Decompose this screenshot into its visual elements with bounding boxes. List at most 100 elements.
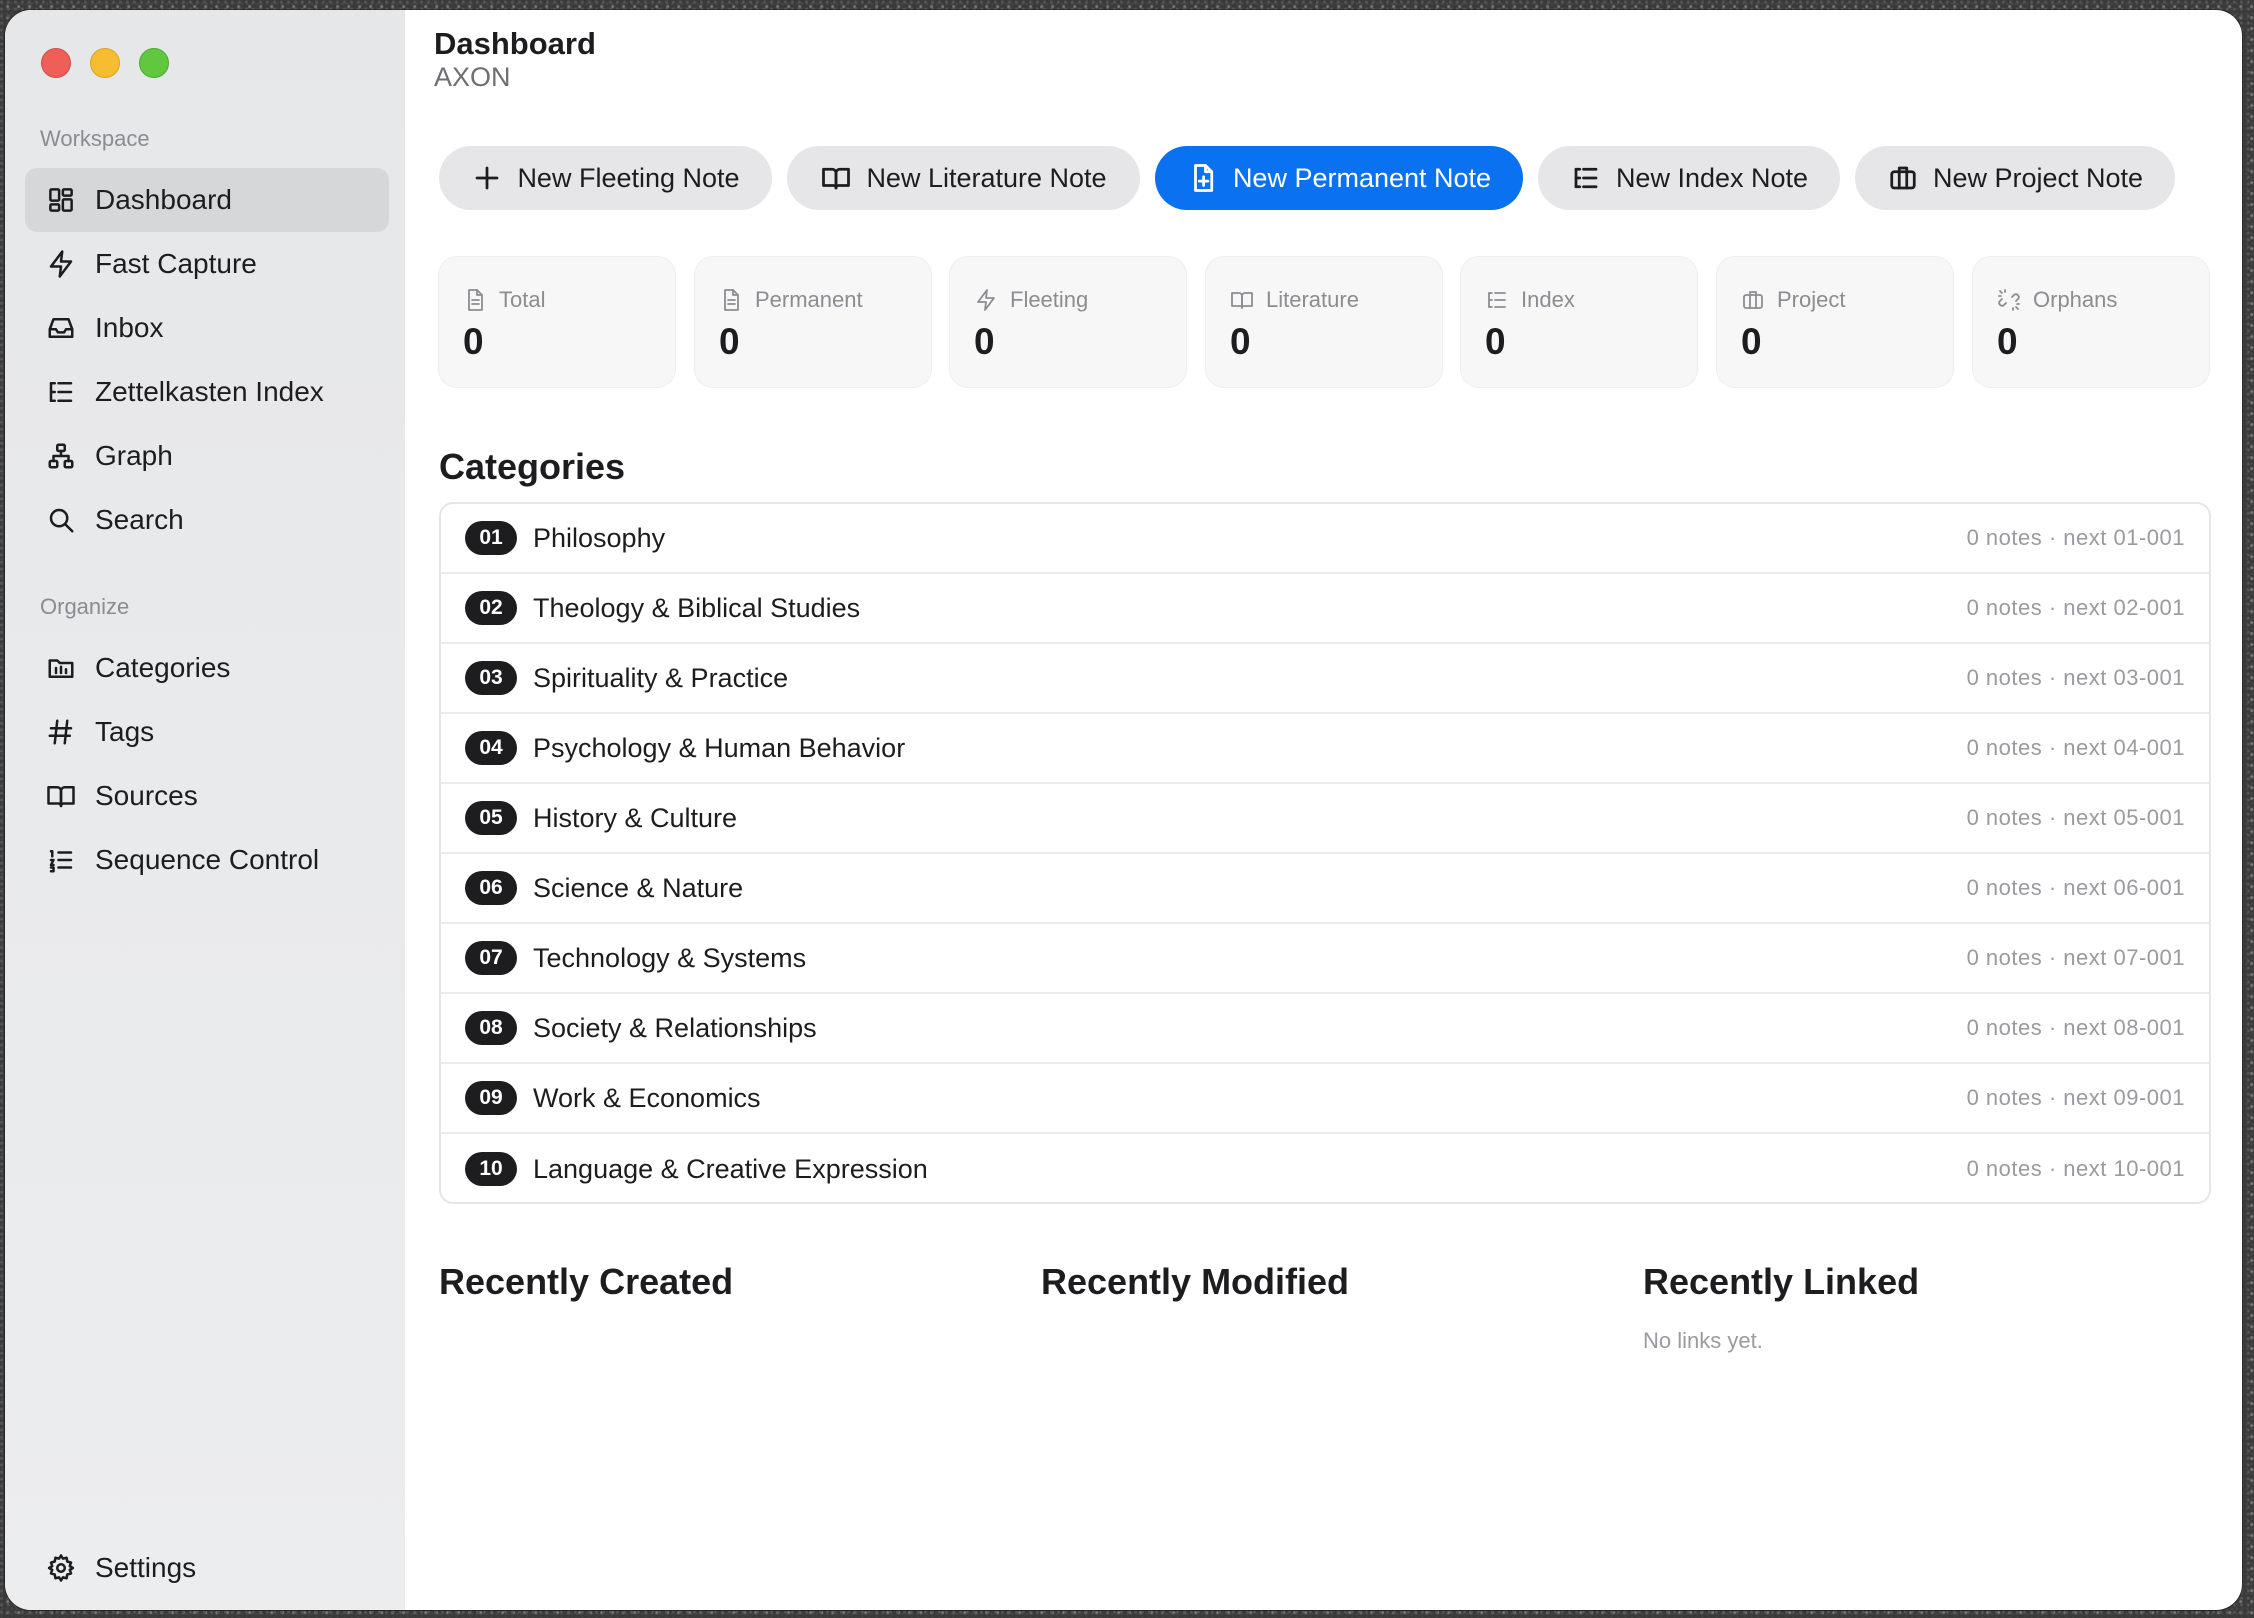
stat-label: Orphans bbox=[2033, 287, 2118, 312]
category-meta: 0 notes · next 08-001 bbox=[1966, 1015, 2185, 1040]
sidebar-section-workspace: Workspace bbox=[40, 126, 150, 151]
stat-value: 0 bbox=[974, 321, 995, 362]
sidebar-item-sequence-control[interactable]: Sequence Control bbox=[25, 828, 389, 892]
sidebar-section-organize: Organize bbox=[40, 594, 130, 619]
category-number-badge: 04 bbox=[465, 731, 517, 765]
category-meta: 0 notes · next 06-001 bbox=[1966, 875, 2185, 900]
category-row[interactable]: 04 Psychology & Human Behavior 0 notes · n… bbox=[441, 714, 2209, 784]
sidebar-item-inbox[interactable]: Inbox bbox=[25, 296, 389, 360]
category-meta: 0 notes · next 10-001 bbox=[1966, 1156, 2185, 1181]
category-row[interactable]: 02 Theology & Biblical Studies 0 notes · n… bbox=[441, 574, 2209, 644]
category-number-badge: 02 bbox=[465, 591, 517, 625]
lightning-icon bbox=[45, 248, 77, 280]
category-meta: 0 notes · next 05-001 bbox=[1966, 805, 2185, 830]
category-name: Theology & Biblical Studies bbox=[533, 592, 861, 623]
category-name: Philosophy bbox=[533, 522, 666, 553]
briefcase-icon bbox=[1743, 291, 1763, 309]
button-label: New Fleeting Note bbox=[517, 162, 740, 193]
recently-created-heading: Recently Created bbox=[439, 1261, 734, 1302]
sidebar-item-label: Zettelkasten Index bbox=[95, 376, 324, 407]
category-row[interactable]: 05 History & Culture 0 notes · next 05-001 bbox=[441, 784, 2209, 854]
book-open-icon bbox=[1231, 292, 1253, 309]
sidebar-item-fast-capture[interactable]: Fast Capture bbox=[25, 232, 389, 296]
numbered-list-icon bbox=[45, 844, 77, 876]
category-row[interactable]: 01 Philosophy 0 notes · next 01-001 bbox=[441, 504, 2209, 574]
category-row[interactable]: 06 Science & Nature 0 notes · next 06-001 bbox=[441, 854, 2209, 924]
zoom-window-button[interactable] bbox=[139, 48, 169, 78]
category-name: Psychology & Human Behavior bbox=[533, 732, 906, 763]
category-number-badge: 03 bbox=[465, 661, 517, 695]
book-open-icon bbox=[45, 780, 77, 812]
sidebar-item-label: Sequence Control bbox=[95, 844, 320, 875]
new-index-note-button[interactable]: New Index Note bbox=[1538, 146, 1840, 210]
document-icon bbox=[724, 289, 739, 311]
book-open-icon bbox=[820, 162, 852, 194]
gear-icon bbox=[45, 1552, 77, 1584]
new-fleeting-note-button[interactable]: New Fleeting Note bbox=[439, 146, 772, 210]
stat-value: 0 bbox=[1485, 321, 1506, 362]
stat-label: Literature bbox=[1266, 287, 1359, 312]
category-number-badge: 06 bbox=[465, 871, 517, 905]
category-row[interactable]: 03 Spirituality & Practice 0 notes · next … bbox=[441, 644, 2209, 714]
category-name: Spirituality & Practice bbox=[533, 662, 789, 693]
index-list-icon bbox=[45, 376, 77, 408]
index-list-icon bbox=[1570, 162, 1602, 194]
category-meta: 0 notes · next 03-001 bbox=[1966, 665, 2185, 690]
sidebar-item-label: Tags bbox=[95, 716, 155, 747]
sidebar-item-zettelkasten-index[interactable]: Zettelkasten Index bbox=[25, 360, 389, 424]
category-row[interactable]: 10 Language & Creative Expression 0 notes … bbox=[441, 1134, 2209, 1202]
sidebar-item-label: Graph bbox=[95, 440, 173, 471]
stat-card-index: Index 0 bbox=[1461, 257, 1697, 387]
category-row[interactable]: 08 Society & Relationships 0 notes · next … bbox=[441, 994, 2209, 1064]
stat-label: Total bbox=[499, 287, 546, 312]
sidebar-item-search[interactable]: Search bbox=[25, 488, 389, 552]
stat-card-fleeting: Fleeting 0 bbox=[950, 257, 1186, 387]
category-name: Work & Economics bbox=[533, 1082, 761, 1113]
button-label: New Project Note bbox=[1932, 162, 2144, 193]
dashboard-grid-icon bbox=[45, 184, 77, 216]
button-label: New Permanent Note bbox=[1232, 162, 1492, 193]
recently-linked-heading: Recently Linked bbox=[1643, 1261, 1920, 1302]
category-number-badge: 05 bbox=[465, 801, 517, 835]
sidebar-item-label: Sources bbox=[95, 780, 198, 811]
category-name: Science & Nature bbox=[533, 872, 744, 903]
stat-card-literature: Literature 0 bbox=[1206, 257, 1442, 387]
stat-card-orphans: Orphans 0 bbox=[1973, 257, 2209, 387]
sidebar-item-dashboard[interactable]: Dashboard bbox=[25, 168, 389, 232]
new-project-note-button[interactable]: New Project Note bbox=[1855, 146, 2175, 210]
sidebar-item-settings[interactable]: Settings bbox=[25, 1536, 389, 1600]
stat-label: Fleeting bbox=[1010, 287, 1089, 312]
vault-name: AXON bbox=[434, 62, 511, 92]
stat-label: Permanent bbox=[755, 287, 863, 312]
stat-value: 0 bbox=[463, 321, 484, 362]
close-window-button[interactable] bbox=[41, 48, 71, 78]
category-number-badge: 09 bbox=[465, 1081, 517, 1115]
briefcase-icon bbox=[1887, 162, 1919, 194]
category-number-badge: 08 bbox=[465, 1011, 517, 1045]
sidebar-item-label: Settings bbox=[95, 1552, 197, 1583]
category-meta: 0 notes · next 01-001 bbox=[1966, 525, 2185, 550]
sidebar-item-sources[interactable]: Sources bbox=[25, 764, 389, 828]
document-icon bbox=[468, 289, 483, 311]
new-permanent-note-button[interactable]: New Permanent Note bbox=[1155, 146, 1523, 210]
recently-modified-heading: Recently Modified bbox=[1041, 1261, 1350, 1302]
sidebar-item-tags[interactable]: Tags bbox=[25, 700, 389, 764]
sidebar-item-graph[interactable]: Graph bbox=[25, 424, 389, 488]
category-name: History & Culture bbox=[533, 802, 738, 833]
sidebar-item-label: Dashboard bbox=[95, 184, 232, 215]
stat-card-total: Total 0 bbox=[439, 257, 675, 387]
categories-heading: Categories bbox=[439, 446, 626, 487]
document-plus-icon bbox=[1187, 162, 1219, 194]
new-literature-note-button[interactable]: New Literature Note bbox=[787, 146, 1140, 210]
stat-card-project: Project 0 bbox=[1717, 257, 1953, 387]
main-content: Dashboard AXON New Fleeting Note New Lit… bbox=[405, 10, 2242, 1610]
folder-chart-icon bbox=[45, 652, 77, 684]
traffic-lights bbox=[41, 48, 169, 78]
category-row[interactable]: 07 Technology & Systems 0 notes · next 07-… bbox=[441, 924, 2209, 994]
button-label: New Index Note bbox=[1615, 162, 1809, 193]
category-row[interactable]: 09 Work & Economics 0 notes · next 09-001 bbox=[441, 1064, 2209, 1134]
category-name: Language & Creative Expression bbox=[533, 1153, 928, 1184]
minimize-window-button[interactable] bbox=[90, 48, 120, 78]
sidebar-item-label: Fast Capture bbox=[95, 248, 257, 279]
sidebar-item-categories[interactable]: Categories bbox=[25, 636, 389, 700]
